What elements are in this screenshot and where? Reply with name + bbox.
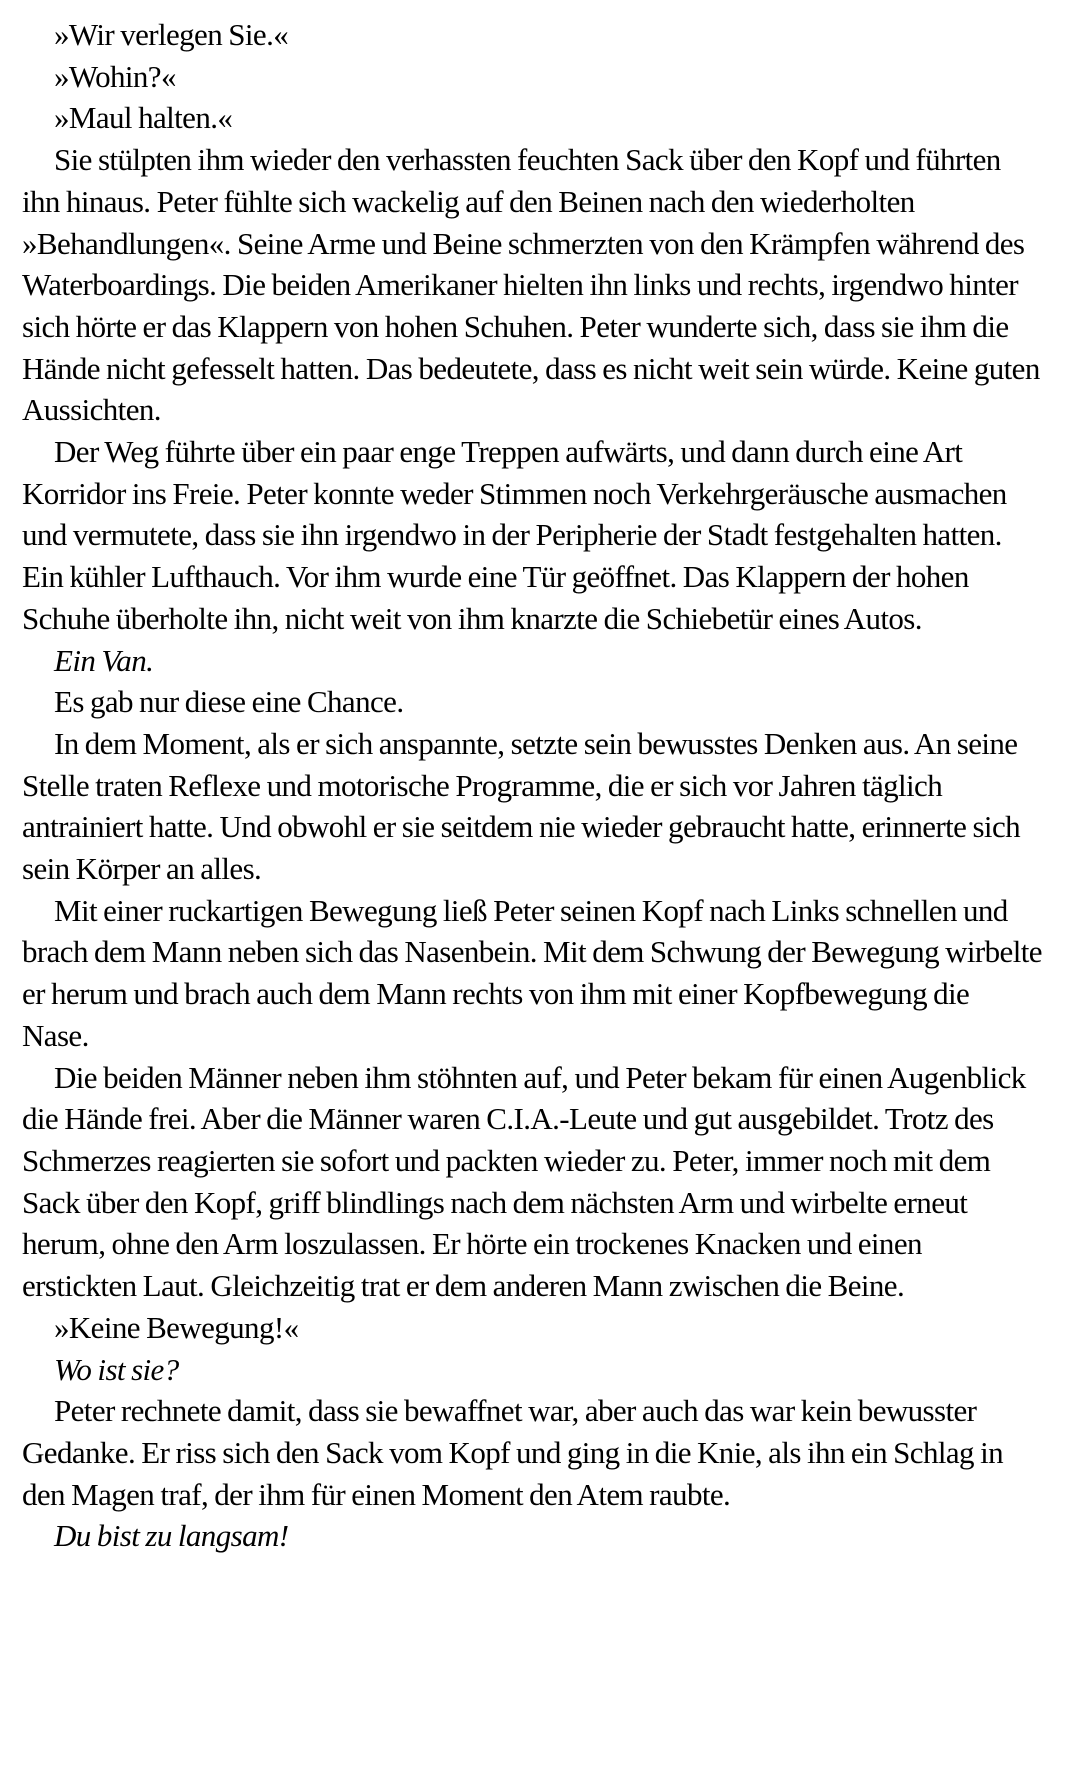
paragraph-6: Ein Van. bbox=[54, 642, 154, 678]
paragraph-13: Peter rechnete damit, dass sie bewaffnet… bbox=[22, 1393, 1004, 1512]
paragraph-2: »Wohin?« bbox=[54, 58, 176, 94]
book-page: »Wir verlegen Sie.« »Wohin?« »Maul halte… bbox=[22, 14, 1042, 1557]
paragraph-5: Der Weg führte über ein paar enge Treppe… bbox=[22, 434, 1007, 636]
paragraph-4: Sie stülpten ihm wieder den verhassten f… bbox=[22, 142, 1040, 428]
paragraph-1: »Wir verlegen Sie.« bbox=[54, 17, 289, 52]
paragraph-9: Mit einer ruckartigen Bewegung ließ Pete… bbox=[22, 892, 1042, 1053]
paragraph-7: Es gab nur diese eine Chance. bbox=[54, 684, 404, 720]
paragraph-3: »Maul halten.« bbox=[54, 100, 233, 136]
paragraph-14: Du bist zu langsam! bbox=[54, 1518, 289, 1554]
paragraph-11: »Keine Bewegung!« bbox=[54, 1309, 299, 1345]
paragraph-10: Die beiden Männer neben ihm stöhnten auf… bbox=[22, 1059, 1026, 1304]
paragraph-12: Wo ist sie? bbox=[54, 1351, 179, 1387]
paragraph-8: In dem Moment, als er sich anspannte, se… bbox=[22, 725, 1021, 887]
